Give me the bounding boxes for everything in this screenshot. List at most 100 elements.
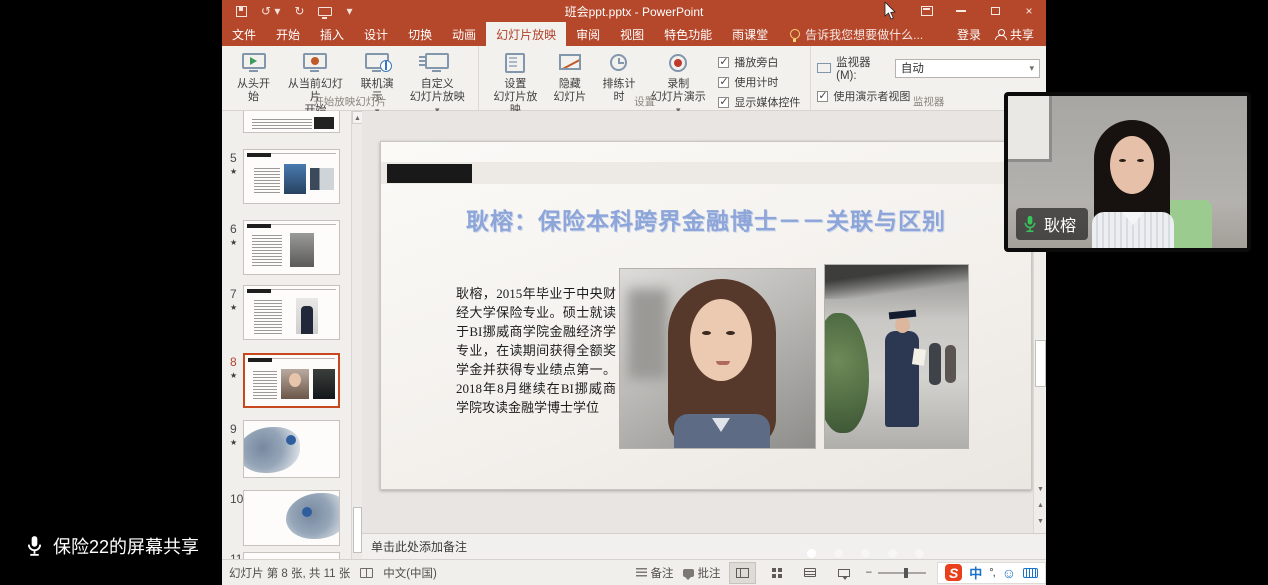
redo-icon[interactable]: ↻ xyxy=(294,5,304,17)
screen-share-indicator: 保险22的屏幕共享 xyxy=(26,533,199,559)
slide-thumbnail-panel: 5 ★ 6 ★ 7 ★ xyxy=(222,111,362,559)
person-icon xyxy=(995,29,1006,40)
slide-sorter-view-button[interactable] xyxy=(764,563,789,583)
decorative-circle xyxy=(302,507,312,517)
next-slide-button[interactable]: ▼ xyxy=(1034,515,1047,529)
normal-view-button[interactable] xyxy=(730,563,755,583)
save-icon[interactable] xyxy=(236,6,247,17)
slide-photo-graduation[interactable] xyxy=(824,264,969,449)
qat-customize-icon[interactable]: ▾ xyxy=(346,5,352,17)
spell-check-icon[interactable] xyxy=(360,568,373,578)
ime-punctuation-toggle[interactable]: °, xyxy=(989,567,994,579)
tab-design[interactable]: 设计 xyxy=(354,22,398,46)
powerpoint-window: ↺ ▾ ↻ ▾ 班会ppt.pptx - PowerPoint × 文件 开始 … xyxy=(222,0,1046,585)
tab-transitions[interactable]: 切换 xyxy=(398,22,442,46)
start-slideshow-icon[interactable] xyxy=(318,7,332,16)
tab-review[interactable]: 审阅 xyxy=(566,22,610,46)
monitors-icon xyxy=(817,63,831,73)
monitor-play-icon xyxy=(242,53,266,69)
thumbnail-slide-10[interactable]: 10 xyxy=(222,490,351,552)
tab-file[interactable]: 文件 xyxy=(222,22,266,46)
notes-toggle-button[interactable]: 备注 xyxy=(636,565,674,581)
sign-in-button[interactable]: 登录 xyxy=(957,26,981,43)
notes-pane[interactable]: 单击此处添加备注 xyxy=(362,533,1046,559)
slide-title[interactable]: 耿榕：保险本科跨界金融博士－－关联与区别 xyxy=(381,202,1031,236)
input-method-toolbar: S 中 °, ☺ xyxy=(937,562,1046,584)
zoom-slider[interactable] xyxy=(878,572,926,574)
tab-rain-classroom[interactable]: 雨课堂 xyxy=(722,22,778,46)
hide-slide-icon xyxy=(559,54,581,70)
zoom-out-icon[interactable]: − xyxy=(866,567,873,579)
tab-home[interactable]: 开始 xyxy=(266,22,310,46)
comment-icon xyxy=(683,569,694,577)
restore-button[interactable] xyxy=(978,0,1012,22)
language-indicator[interactable]: 中文(中国) xyxy=(383,565,437,581)
scroll-up-icon[interactable]: ▲ xyxy=(352,111,362,124)
scrollbar-thumb[interactable] xyxy=(1035,340,1046,387)
slide-body-text[interactable]: 耿榕，2015年毕业于中央财经大学保险专业。硕士就读于BI挪威商学院金融经济学专… xyxy=(456,284,616,417)
scrollbar-thumb[interactable] xyxy=(353,507,362,553)
zoom-slider-thumb[interactable] xyxy=(904,568,908,578)
sogou-logo-icon[interactable]: S xyxy=(945,564,962,581)
slide-editor-area: 耿榕：保险本科跨界金融博士－－关联与区别 耿榕，2015年毕业于中央财经大学保险… xyxy=(362,111,1046,533)
ime-emoji-icon[interactable]: ☺ xyxy=(1002,566,1016,580)
ribbon-tab-bar: 文件 开始 插入 设计 切换 动画 幻灯片放映 审阅 视图 特色功能 雨课堂 告… xyxy=(222,22,1046,46)
monitor-select[interactable]: 自动 ▾ xyxy=(895,59,1040,78)
scroll-down-icon[interactable]: ▼ xyxy=(1034,483,1047,497)
thumbnail-slide-6[interactable]: 6 ★ xyxy=(222,220,351,280)
notes-placeholder: 单击此处添加备注 xyxy=(371,538,467,555)
group-set-up: 设置 幻灯片放映 隐藏 幻灯片 排练计时 录制 幻灯片演示 ▾ xyxy=(479,46,811,110)
tab-animations[interactable]: 动画 xyxy=(442,22,486,46)
tab-insert[interactable]: 插入 xyxy=(310,22,354,46)
monitor-current-icon xyxy=(303,53,327,69)
tab-featured[interactable]: 特色功能 xyxy=(654,22,722,46)
tab-view[interactable]: 视图 xyxy=(610,22,654,46)
ime-keyboard-icon[interactable] xyxy=(1023,568,1038,578)
screen-share-label: 保险22的屏幕共享 xyxy=(53,533,199,559)
thumbnail-slide-5[interactable]: 5 ★ xyxy=(222,149,351,209)
comments-toggle-button[interactable]: 批注 xyxy=(683,565,721,581)
present-online-button[interactable]: 联机演示 ▾ xyxy=(352,49,403,120)
thumbnail-slide-7[interactable]: 7 ★ xyxy=(222,285,351,345)
pager-dot xyxy=(888,549,897,558)
close-button[interactable]: × xyxy=(1012,0,1046,22)
pager-dot xyxy=(834,549,843,558)
thumbnail-slide-8-selected[interactable]: 8 ★ xyxy=(222,353,351,413)
slideshow-view-button[interactable] xyxy=(832,563,857,583)
reading-view-button[interactable] xyxy=(798,563,823,583)
monitor-label: 监视器(M): xyxy=(836,54,890,82)
animation-star-icon: ★ xyxy=(230,371,237,380)
pager-dot xyxy=(807,549,816,558)
undo-icon[interactable]: ↺ ▾ xyxy=(261,5,280,17)
ribbon: 从头开始 从当前幻灯片 开始 联机演示 ▾ 自定义 幻灯片放映 ▾ xyxy=(222,46,1046,111)
ribbon-display-options-button[interactable] xyxy=(910,0,944,22)
restore-icon xyxy=(991,7,1000,15)
webcam-video: 耿榕 xyxy=(1008,96,1247,248)
webcam-overlay[interactable]: 耿榕 xyxy=(1004,92,1251,252)
person-face xyxy=(1110,136,1154,194)
current-slide-canvas[interactable]: 耿榕：保险本科跨界金融博士－－关联与区别 耿榕，2015年毕业于中央财经大学保险… xyxy=(380,141,1032,490)
minimize-button[interactable] xyxy=(944,0,978,22)
monitor-list-icon xyxy=(425,53,449,69)
previous-slide-button[interactable]: ▲ xyxy=(1034,499,1047,513)
title-bar: ↺ ▾ ↻ ▾ 班会ppt.pptx - PowerPoint × xyxy=(222,0,1046,22)
slide-number-indicator: 幻灯片 第 8 张, 共 11 张 xyxy=(229,565,350,581)
decorative-circle xyxy=(286,435,296,445)
zoom-control[interactable]: − xyxy=(866,567,927,579)
tab-slide-show[interactable]: 幻灯片放映 xyxy=(486,22,566,46)
mouse-cursor xyxy=(884,2,896,20)
thumbnail-scrollbar[interactable]: ▲ xyxy=(351,111,362,559)
thumbnail-slide-11-partial[interactable]: 11 xyxy=(222,552,351,559)
share-label: 共享 xyxy=(1010,26,1034,43)
tell-me-box[interactable]: 告诉我您想要做什么... xyxy=(784,22,929,46)
ime-language-toggle[interactable]: 中 xyxy=(969,563,982,582)
clock-icon xyxy=(610,54,627,71)
title-band xyxy=(381,162,1031,184)
animation-star-icon: ★ xyxy=(230,238,237,247)
slide-photo-portrait[interactable] xyxy=(619,268,816,449)
normal-view-icon xyxy=(736,568,749,578)
use-timings-checkbox[interactable]: 使用计时 xyxy=(718,74,800,90)
share-button[interactable]: 共享 xyxy=(995,26,1034,43)
play-narration-checkbox[interactable]: 播放旁白 xyxy=(718,54,800,70)
thumbnail-slide-9[interactable]: 9 ★ xyxy=(222,420,351,484)
